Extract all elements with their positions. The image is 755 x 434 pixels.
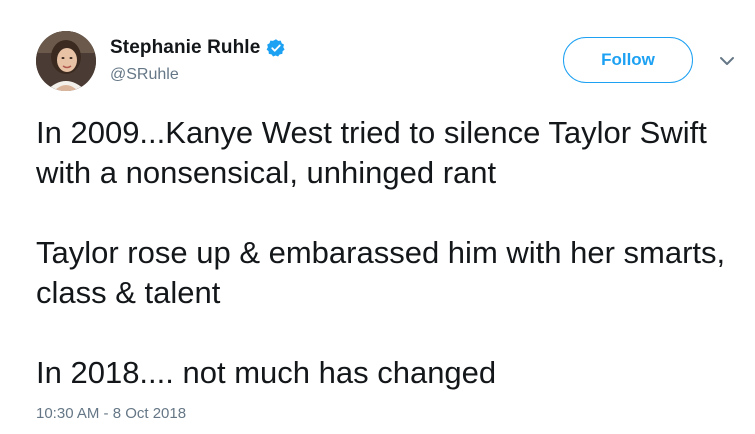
author-name-row: Stephanie Ruhle (110, 36, 286, 60)
tweet-paragraph: In 2009...Kanye West tried to silence Ta… (36, 115, 707, 190)
avatar-image (36, 31, 96, 91)
follow-button[interactable]: Follow (563, 37, 693, 83)
tweet-timestamp[interactable]: 10:30 AM - 8 Oct 2018 (36, 405, 186, 422)
display-name[interactable]: Stephanie Ruhle (110, 37, 260, 59)
tweet-paragraph: Taylor rose up & embarassed him with her… (36, 235, 726, 310)
tweet-text: In 2009...Kanye West tried to silence Ta… (36, 113, 736, 393)
author-handle[interactable]: @SRuhle (110, 66, 179, 84)
tweet-card: Stephanie Ruhle @SRuhle Follow In 2009..… (0, 0, 755, 434)
verified-badge-icon (266, 38, 286, 58)
tweet-paragraph: In 2018.... not much has changed (36, 355, 497, 390)
avatar[interactable] (36, 31, 96, 91)
chevron-down-icon[interactable] (718, 54, 736, 68)
